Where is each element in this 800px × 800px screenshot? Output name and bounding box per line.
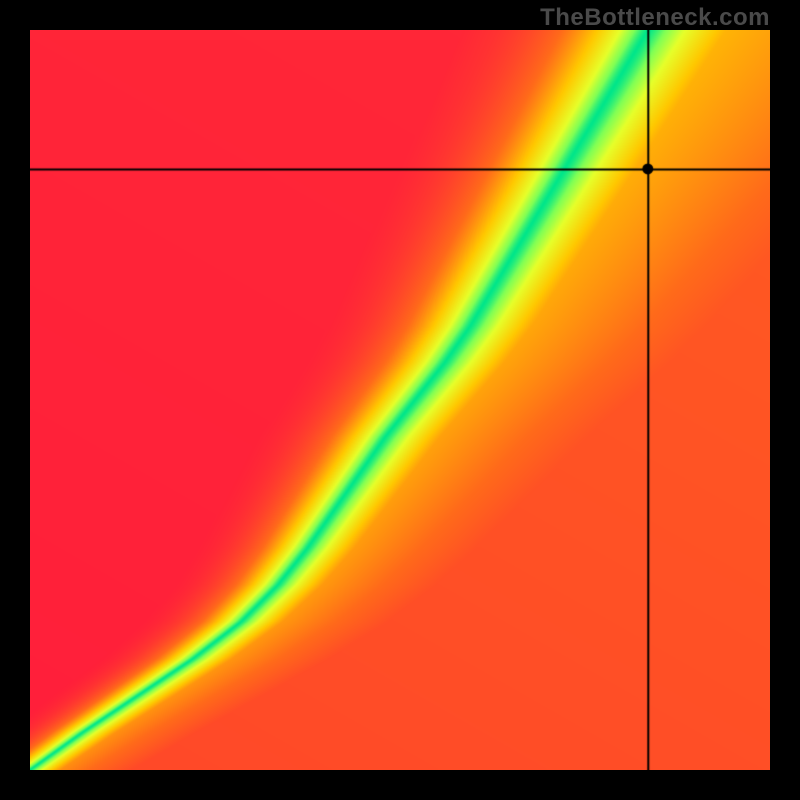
watermark-text: TheBottleneck.com bbox=[540, 4, 770, 32]
chart-frame: TheBottleneck.com bbox=[0, 0, 800, 800]
heatmap-canvas bbox=[30, 30, 770, 770]
